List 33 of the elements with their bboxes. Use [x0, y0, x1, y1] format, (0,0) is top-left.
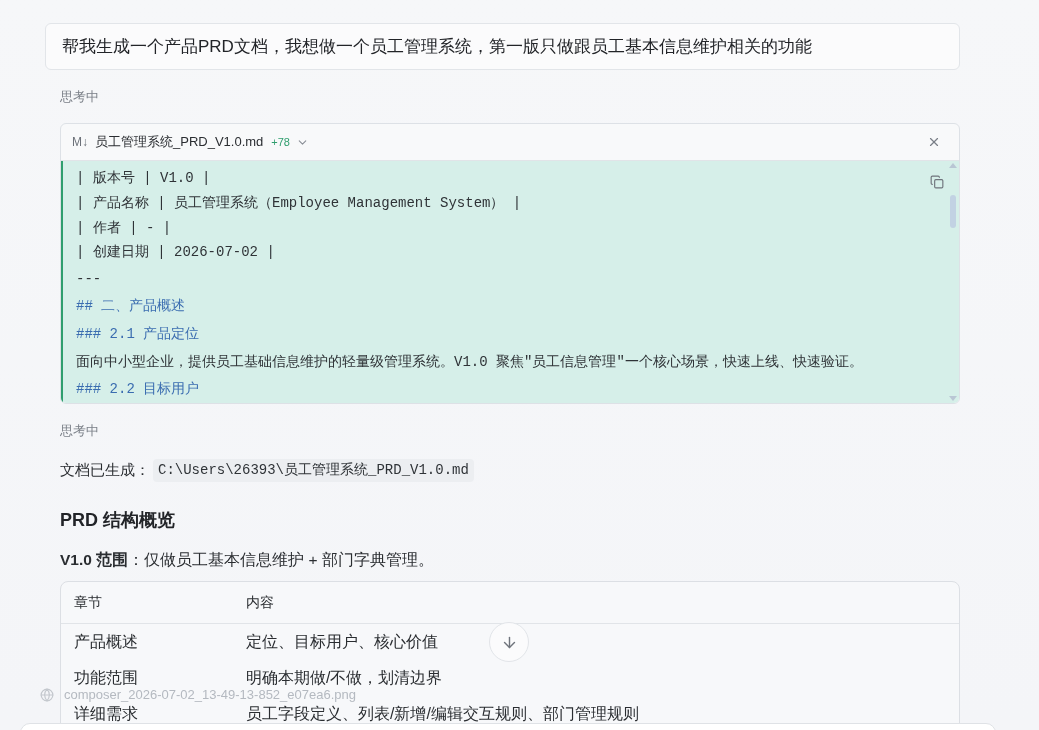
code-line: | 创建日期 | 2026-07-02 | — [76, 243, 275, 263]
file-path: C:\Users\26393\员工管理系统_PRD_V1.0.md — [153, 458, 474, 482]
table-cell: 详细需求 — [74, 705, 138, 723]
scroll-up-arrow-icon[interactable] — [949, 163, 957, 168]
prompt-bubble: 帮我生成一个产品PRD文档，我想做一个员工管理系统，第一版只做跟员工基本信息维护相关的功能 — [45, 23, 960, 70]
column-header: 章节 — [74, 593, 102, 612]
status-text: 思考中 — [60, 423, 99, 439]
column-header: 内容 — [246, 593, 274, 612]
code-line: ### 2.1 产品定位 — [76, 324, 200, 344]
close-icon[interactable] — [927, 135, 941, 149]
code-line: | 产品名称 | 员工管理系统（Employee Management System） | — [76, 194, 522, 214]
code-line: | 版本号 | V1.0 | — [76, 169, 211, 189]
code-line: --- — [76, 269, 102, 289]
code-line: | 作者 | - | — [76, 218, 172, 238]
scrollbar-thumb[interactable] — [950, 195, 956, 228]
scroll-down-arrow-icon[interactable] — [949, 396, 957, 401]
table-cell: 定位、目标用户、核心价值 — [246, 633, 438, 651]
status-text: 思考中 — [60, 89, 99, 105]
table-cell: 员工字段定义、列表/新增/编辑交互规则、部门管理规则 — [246, 705, 639, 723]
section-heading: PRD 结构概览 — [60, 509, 175, 532]
code-line: ## 二、产品概述 — [76, 297, 186, 317]
globe-icon — [40, 687, 54, 702]
copy-icon[interactable] — [930, 175, 944, 189]
markdown-icon: M↓ — [72, 135, 88, 149]
code-line: ### 2.2 目标用户 — [76, 380, 200, 400]
file-name[interactable]: 员工管理系统_PRD_V1.0.md — [95, 132, 264, 152]
scope-text: V1.0 范围：仅做员工基本信息维护 + 部门字典管理。 — [60, 550, 434, 570]
table-cell: 功能范围 — [74, 669, 138, 687]
code-line: 面向中小型企业，提供员工基础信息维护的轻量级管理系统。V1.0 聚焦"员工信息管理"一个核心场景，快速上线、快速验证。 — [76, 352, 863, 372]
result-label: 文档已生成： — [60, 459, 150, 480]
table-cell: 明确本期做/不做，划清边界 — [246, 669, 443, 687]
table-cell: 产品概述 — [74, 633, 138, 651]
added-lines-count: +78 — [271, 134, 290, 150]
